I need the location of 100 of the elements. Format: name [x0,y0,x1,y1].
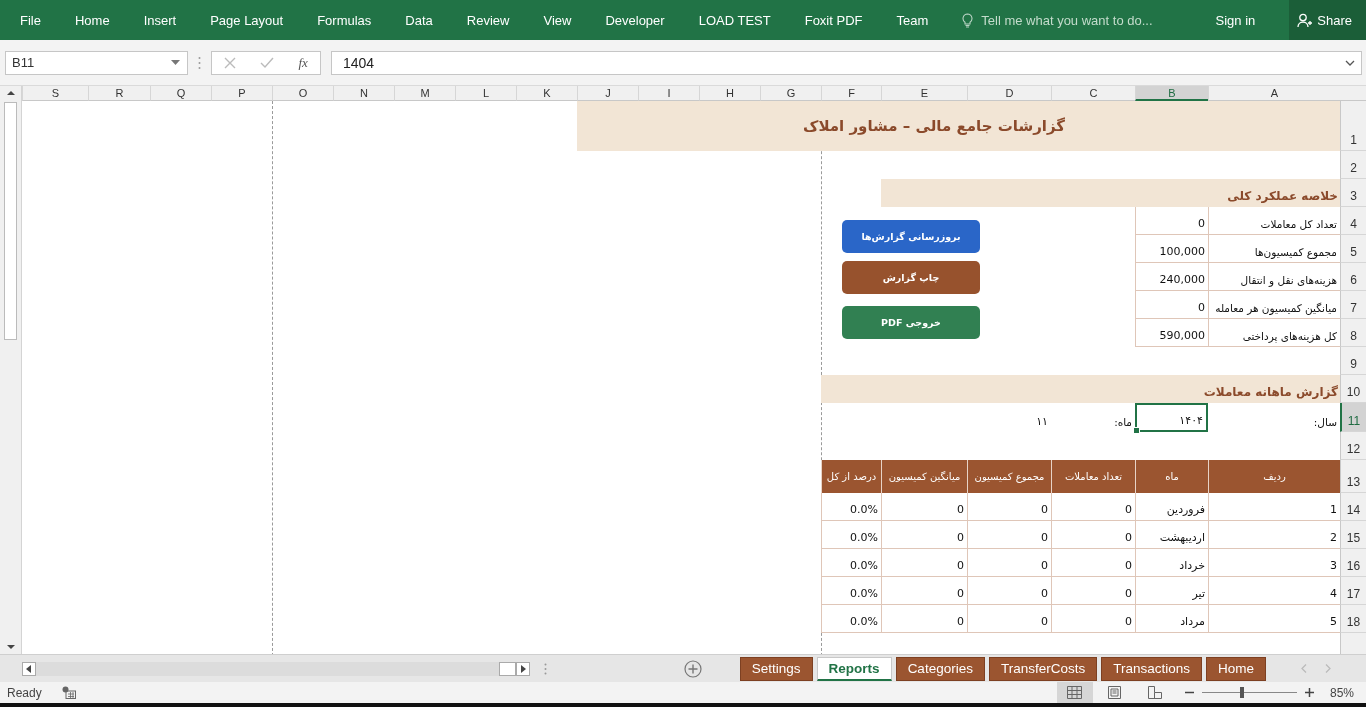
ribbon-tab[interactable]: Page Layout [210,12,284,28]
zoom-level[interactable]: 85% [1329,685,1354,700]
year-cell[interactable]: ۱۴۰۴ [1135,403,1208,432]
ribbon-tab[interactable]: Data [405,12,433,28]
row-header[interactable]: 18 [1340,605,1366,633]
ribbon-tab[interactable]: Home [74,12,110,28]
row-header[interactable]: 13 [1340,460,1366,493]
table-cell: 0 [1051,577,1135,605]
ribbon-tab[interactable]: Developer [605,12,665,28]
column-header[interactable]: E [881,86,967,101]
row-header[interactable]: 3 [1340,179,1366,207]
table-cell: اردیبهشت [1135,521,1208,549]
scroll-left-icon[interactable] [26,664,32,673]
table-cell: 240,000 [1135,263,1208,291]
name-box[interactable]: B11 [5,50,188,75]
normal-view-button[interactable] [1056,682,1093,703]
row-header[interactable]: 14 [1340,493,1366,521]
column-header[interactable]: B [1135,86,1208,101]
sheet-tab[interactable]: Reports [816,656,892,681]
vertical-scrollbar[interactable] [0,86,22,654]
sheet-tab[interactable]: Home [1206,656,1266,681]
table-cell: 0 [1051,549,1135,577]
lightbulb-icon [962,12,974,28]
column-header[interactable]: J [577,86,638,101]
table-cell: 0 [881,493,967,521]
row-header[interactable]: 17 [1340,577,1366,605]
tell-me-field[interactable]: Tell me what you want to do... [979,11,1184,29]
table-cell: 0.0% [821,521,881,549]
column-header[interactable]: K [516,86,577,101]
formula-input[interactable]: 1404 [331,50,1362,75]
row-header[interactable]: 16 [1340,549,1366,577]
column-header[interactable]: A [1208,86,1340,101]
column-header[interactable]: O [272,86,333,101]
insert-function-button[interactable]: fx [298,54,308,71]
zoom-slider-thumb[interactable] [1239,687,1244,698]
row-header[interactable]: 2 [1340,151,1366,179]
table-cell: 0 [881,577,967,605]
column-header[interactable]: Q [150,86,211,101]
row-header[interactable]: 4 [1340,207,1366,235]
scroll-right-icon[interactable] [520,664,526,673]
report-button[interactable]: خروجی PDF [842,306,980,339]
column-header[interactable]: L [455,86,516,101]
horizontal-scrollbar[interactable] [22,661,530,676]
column-header[interactable]: R [88,86,150,101]
ribbon-tab[interactable]: Formulas [317,12,372,28]
sheet-tab[interactable]: Settings [739,656,813,681]
year-label: سال: [1312,415,1338,430]
ribbon-tab[interactable]: View [543,12,572,28]
scrollbar-thumb[interactable] [499,661,516,676]
sheet-tab[interactable]: Transactions [1101,656,1202,681]
ribbon-tab[interactable]: Insert [143,12,177,28]
page-break-icon [1147,686,1162,699]
sheet-tab[interactable]: TransferCosts [988,656,1098,681]
column-header[interactable]: F [821,86,881,101]
row-header[interactable]: 8 [1340,319,1366,347]
row-header[interactable]: 5 [1340,235,1366,263]
drag-handle-icon[interactable] [544,662,547,675]
drag-handle-icon[interactable] [198,55,201,70]
row-header[interactable]: 10 [1340,375,1366,403]
scrollbar-thumb[interactable] [4,102,17,340]
ribbon-tab[interactable]: LOAD TEST [698,12,771,28]
add-sheet-icon[interactable] [683,659,702,678]
share-button[interactable]: Share [1289,0,1366,40]
sign-in-link[interactable]: Sign in [1215,12,1256,28]
macro-recording-icon[interactable] [61,686,76,699]
row-header[interactable]: 11 [1340,403,1366,432]
ribbon-tab[interactable]: Team [896,12,929,28]
sheet-tab[interactable]: Categories [895,656,985,681]
file-tab[interactable]: File [20,12,41,28]
grid-icon [1067,686,1083,699]
table-cell: 0 [1051,521,1135,549]
table-cell: 0 [1051,493,1135,521]
report-button[interactable]: چاپ گزارش [842,261,980,294]
ribbon-tab[interactable]: Review [466,12,510,28]
column-header[interactable]: P [211,86,272,101]
column-header[interactable]: D [967,86,1051,101]
table-cell: 0 [881,605,967,633]
column-header[interactable]: N [333,86,394,101]
column-header[interactable]: I [638,86,699,101]
table-cell: 0 [967,549,1051,577]
column-header[interactable]: S [22,86,88,101]
column-header[interactable]: M [394,86,455,101]
row-header[interactable]: 1 [1340,101,1366,151]
expand-icon[interactable] [1345,59,1355,66]
row-header[interactable]: 6 [1340,263,1366,291]
row-header[interactable]: 12 [1340,432,1366,460]
zoom-in-button[interactable] [1304,688,1314,697]
table-cell: مرداد [1135,605,1208,633]
table-cell: 4 [1208,577,1340,605]
report-button[interactable]: بروزرسانی گزارش‌ها [842,220,980,253]
table-cell: مجموع کمیسیون‌ها [1208,235,1340,263]
row-header[interactable]: 15 [1340,521,1366,549]
row-header[interactable]: 7 [1340,291,1366,319]
table-cell: 0 [967,577,1051,605]
column-header[interactable]: G [760,86,821,101]
column-header[interactable]: H [699,86,760,101]
column-header[interactable]: C [1051,86,1135,101]
table-cell: 0.0% [821,493,881,521]
ribbon-tab[interactable]: Foxit PDF [804,12,863,28]
row-header[interactable]: 9 [1340,347,1366,375]
